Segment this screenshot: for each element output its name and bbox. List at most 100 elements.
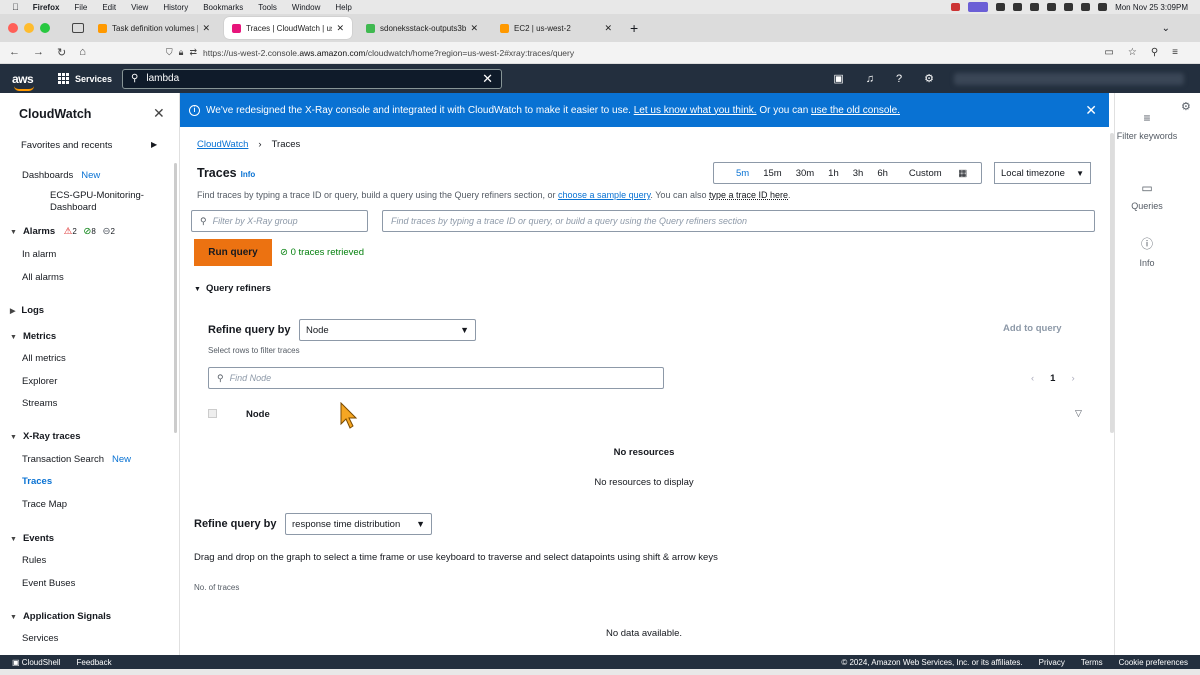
- page-number[interactable]: 1: [1050, 373, 1055, 384]
- services-button[interactable]: Services: [58, 73, 112, 84]
- run-query-button[interactable]: Run query: [194, 239, 272, 266]
- sidebar-item-services[interactable]: Services: [22, 633, 58, 644]
- menu-window[interactable]: Window: [292, 3, 320, 12]
- sidebar-item-in-alarm[interactable]: In alarm: [22, 249, 56, 260]
- settings-gear-icon[interactable]: ⚙: [924, 72, 934, 85]
- close-tab-icon[interactable]: ✕: [604, 23, 612, 34]
- cookie-preferences-link[interactable]: Cookie preferences: [1119, 658, 1188, 667]
- sidebar-scrollbar[interactable]: [174, 163, 177, 433]
- clear-search-icon[interactable]: ✕: [482, 71, 493, 87]
- close-tab-icon[interactable]: ✕: [470, 23, 478, 34]
- browser-tab[interactable]: EC2 | us-west-2 ✕: [492, 17, 620, 39]
- menu-history[interactable]: History: [163, 3, 188, 12]
- minimize-window-button[interactable]: [24, 23, 34, 33]
- sidebar-section-events[interactable]: ▼ Events: [10, 533, 54, 544]
- time-range-6h[interactable]: 6h: [870, 168, 895, 179]
- shield-icon[interactable]: ⛉: [166, 47, 173, 58]
- sidebar-item-traces[interactable]: Traces: [22, 476, 52, 487]
- list-tabs-chevron-icon[interactable]: ⌄: [1162, 23, 1170, 34]
- lock-icon[interactable]: 🔒︎: [179, 47, 184, 58]
- queries-button[interactable]: ▭ Queries: [1115, 181, 1179, 211]
- filter-keywords-button[interactable]: ≡ Filter keywords: [1115, 111, 1179, 141]
- forward-arrow-icon[interactable]: →: [33, 46, 44, 59]
- menu-help[interactable]: Help: [335, 3, 351, 12]
- apple-icon[interactable]: : [12, 2, 19, 12]
- feedback-link[interactable]: Let us know what you think.: [634, 105, 757, 116]
- info-panel-button[interactable]: ⓘ Info: [1115, 235, 1179, 268]
- next-page-icon[interactable]: ›: [1071, 373, 1074, 384]
- sidebar-item-streams[interactable]: Streams: [22, 398, 57, 409]
- cloudshell-link[interactable]: ▣ CloudShell: [12, 658, 61, 667]
- status-icon[interactable]: [1030, 3, 1040, 11]
- close-sidebar-icon[interactable]: ✕: [153, 105, 165, 122]
- sidebar-item-all-alarms[interactable]: All alarms: [22, 272, 64, 283]
- menu-bookmarks[interactable]: Bookmarks: [203, 3, 243, 12]
- aws-logo[interactable]: aws: [12, 72, 38, 91]
- menu-app[interactable]: Firefox: [33, 3, 60, 12]
- time-range-15m[interactable]: 15m: [756, 168, 788, 179]
- time-range-1h[interactable]: 1h: [821, 168, 846, 179]
- status-icon[interactable]: [1013, 3, 1023, 11]
- panel-settings-icon[interactable]: ⚙: [1181, 100, 1191, 113]
- status-icon[interactable]: [996, 3, 1006, 11]
- sidebar-section-metrics[interactable]: ▼ Metrics: [10, 331, 56, 342]
- terms-link[interactable]: Terms: [1081, 658, 1103, 667]
- sidebar-item-favorites[interactable]: Favorites and recents ▶: [21, 140, 157, 151]
- node-column-header[interactable]: Node: [246, 409, 270, 420]
- wifi-icon[interactable]: [1081, 3, 1091, 11]
- trace-query-input[interactable]: Find traces by typing a trace ID or quer…: [382, 210, 1095, 232]
- back-arrow-icon[interactable]: ←: [9, 46, 20, 59]
- extensions-icon[interactable]: ⚲: [1151, 47, 1158, 58]
- find-node-input[interactable]: ⚲ Find Node: [208, 367, 664, 389]
- address-field[interactable]: ⛉ 🔒︎ ⇄ https://us-west-2.console.aws.ama…: [166, 47, 574, 58]
- menu-file[interactable]: File: [74, 3, 87, 12]
- zoom-window-button[interactable]: [40, 23, 50, 33]
- sort-icon[interactable]: ▽: [1075, 408, 1082, 419]
- sidebar-item-all-metrics[interactable]: All metrics: [22, 353, 66, 364]
- menu-tools[interactable]: Tools: [258, 3, 277, 12]
- status-app-icon[interactable]: [951, 3, 961, 11]
- menubar-clock[interactable]: Mon Nov 25 3:09PM: [1115, 3, 1188, 12]
- select-all-checkbox[interactable]: [208, 409, 217, 418]
- search-icon[interactable]: [1098, 3, 1108, 11]
- browser-tab[interactable]: sdoneksstack-outputs3bucket- ✕: [358, 17, 486, 39]
- sidebar-item-dashboards[interactable]: Dashboards New: [22, 170, 100, 181]
- menu-edit[interactable]: Edit: [102, 3, 116, 12]
- time-range-5m[interactable]: 5m: [714, 168, 756, 179]
- zoom-indicator[interactable]: ▭: [1104, 47, 1113, 58]
- console-search-input[interactable]: ⚲ lambda ✕: [122, 68, 503, 89]
- sidebar-item-transaction-search[interactable]: Transaction Search New: [22, 454, 131, 465]
- time-range-3h[interactable]: 3h: [846, 168, 871, 179]
- dismiss-banner-icon[interactable]: ✕: [1085, 102, 1097, 119]
- sidebar-item-trace-map[interactable]: Trace Map: [22, 499, 67, 510]
- trace-id-link[interactable]: type a trace ID here: [709, 190, 788, 200]
- browser-tab[interactable]: Task definition volumes | Elastic ✕: [90, 17, 218, 39]
- home-icon[interactable]: ⌂: [79, 46, 86, 59]
- help-icon[interactable]: ?: [896, 73, 902, 85]
- time-range-custom[interactable]: Custom ▦: [895, 168, 981, 179]
- star-icon[interactable]: ☆: [1128, 47, 1137, 58]
- menu-view[interactable]: View: [131, 3, 148, 12]
- cloudshell-icon[interactable]: ▣: [833, 72, 843, 85]
- sidebar-section-logs[interactable]: ▶ Logs: [10, 305, 44, 316]
- xray-group-filter-input[interactable]: ⚲ Filter by X-Ray group: [191, 210, 368, 232]
- refine-response-time-select[interactable]: response time distribution ▼: [285, 513, 432, 535]
- sidebar-item-event-buses[interactable]: Event Buses: [22, 578, 75, 589]
- breadcrumb-cloudwatch[interactable]: CloudWatch: [197, 139, 248, 150]
- tab-overview-icon[interactable]: [72, 23, 84, 33]
- feedback-link[interactable]: Feedback: [77, 658, 112, 667]
- sidebar-item-explorer[interactable]: Explorer: [22, 376, 57, 387]
- add-to-query-button[interactable]: Add to query: [1003, 323, 1062, 334]
- sidebar-section-app-signals[interactable]: ▼ Application Signals: [10, 611, 111, 622]
- new-tab-button[interactable]: +: [630, 20, 638, 36]
- sidebar-item-rules[interactable]: Rules: [22, 555, 46, 566]
- privacy-link[interactable]: Privacy: [1039, 658, 1065, 667]
- status-icon[interactable]: [1064, 3, 1074, 11]
- screen-record-icon[interactable]: [968, 2, 989, 12]
- sidebar-item-dashboard[interactable]: ECS-GPU-Monitoring-Dashboard: [50, 190, 160, 214]
- prev-page-icon[interactable]: ‹: [1031, 373, 1034, 384]
- browser-tab-active[interactable]: Traces | CloudWatch | us-west- ✕: [224, 17, 352, 39]
- close-tab-icon[interactable]: ✕: [336, 23, 344, 34]
- sidebar-section-alarms[interactable]: ▼ Alarms ⚠2 ⊘8 ⊖2: [10, 226, 115, 237]
- info-link[interactable]: Info: [241, 170, 256, 179]
